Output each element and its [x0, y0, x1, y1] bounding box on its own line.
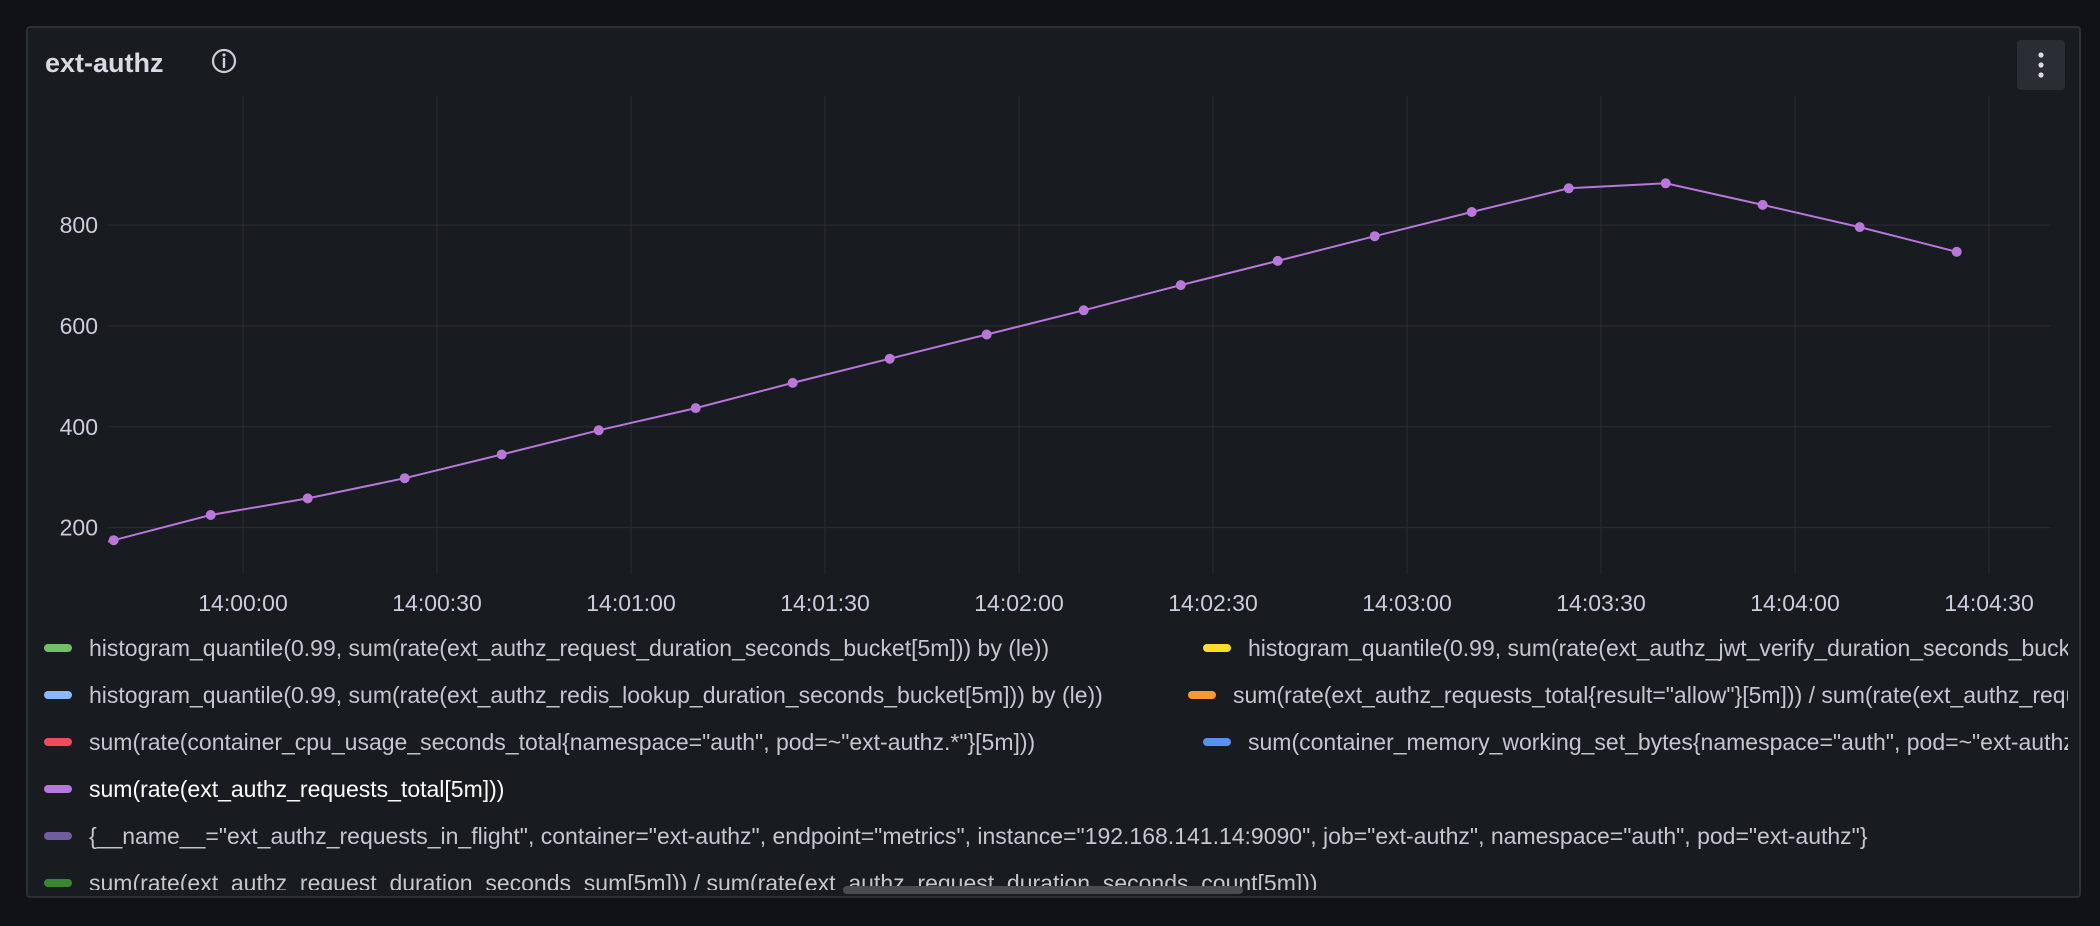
x-tick-label: 14:01:30 — [780, 590, 870, 616]
x-tick-label: 14:00:00 — [198, 590, 288, 616]
data-point[interactable] — [496, 449, 507, 460]
legend-color-swatch — [44, 879, 72, 887]
panel-header[interactable]: ext-authz — [28, 28, 2079, 96]
x-tick-label: 14:02:00 — [974, 590, 1064, 616]
legend-color-swatch — [44, 738, 72, 746]
legend-label: {__name__="ext_authz_requests_in_flight"… — [89, 822, 1868, 849]
series-line — [107, 182, 1957, 543]
legend-color-swatch — [44, 644, 72, 652]
data-point[interactable] — [1757, 199, 1768, 210]
legend-item[interactable]: histogram_quantile(0.99, sum(rate(ext_au… — [1203, 628, 2068, 668]
legend-color-swatch — [1203, 644, 1231, 652]
panel-menu-button[interactable] — [2017, 40, 2065, 90]
y-tick-label: 400 — [60, 414, 98, 440]
y-tick-label: 800 — [60, 212, 98, 238]
legend-color-swatch — [44, 691, 72, 699]
x-tick-label: 14:02:30 — [1168, 590, 1258, 616]
legend-color-swatch — [44, 785, 72, 793]
data-point[interactable] — [981, 329, 992, 340]
kebab-menu-icon — [2038, 52, 2044, 78]
legend-label: histogram_quantile(0.99, sum(rate(ext_au… — [89, 681, 1103, 708]
series-layer — [107, 178, 1962, 546]
data-point[interactable] — [1175, 280, 1186, 291]
data-point[interactable] — [787, 377, 798, 388]
x-tick-label: 14:03:30 — [1556, 590, 1646, 616]
legend-item[interactable]: {__name__="ext_authz_requests_in_flight"… — [44, 816, 1868, 856]
data-point[interactable] — [1369, 231, 1380, 242]
x-tick-label: 14:04:30 — [1944, 590, 2034, 616]
timeseries-panel: ext-authz 200 400 600 800 14:00:00 14:00:30 1… — [26, 26, 2081, 898]
legend-item[interactable]: sum(rate(container_cpu_usage_seconds_tot… — [44, 722, 1035, 762]
data-point[interactable] — [302, 493, 313, 504]
data-point[interactable] — [205, 510, 216, 520]
x-axis: 14:00:00 14:00:30 14:01:00 14:01:30 14:02:00… — [198, 590, 2034, 616]
grid — [108, 96, 2051, 573]
legend-label: histogram_quantile(0.99, sum(rate(ext_au… — [1248, 634, 2068, 661]
legend-color-swatch — [1203, 738, 1231, 746]
data-point[interactable] — [399, 473, 410, 484]
x-tick-label: 14:04:00 — [1750, 590, 1840, 616]
data-point[interactable] — [1078, 305, 1089, 316]
data-point[interactable] — [1660, 178, 1671, 189]
legend-label: sum(rate(ext_authz_requests_total{result… — [1233, 681, 2068, 708]
y-tick-label: 200 — [60, 515, 98, 541]
data-point[interactable] — [1854, 222, 1865, 233]
legend-label: sum(container_memory_working_set_bytes{n… — [1248, 728, 2068, 755]
x-tick-label: 14:03:00 — [1362, 590, 1452, 616]
legend-label: sum(rate(ext_authz_requests_total[5m])) — [89, 775, 505, 802]
legend-color-swatch — [44, 832, 72, 840]
data-point[interactable] — [1563, 183, 1574, 194]
legend-item[interactable]: sum(container_memory_working_set_bytes{n… — [1203, 722, 2068, 762]
legend-label: sum(rate(container_cpu_usage_seconds_tot… — [89, 728, 1036, 755]
panel-title: ext-authz — [45, 48, 164, 78]
legend-scrollbar[interactable] — [843, 886, 1243, 894]
x-tick-label: 14:01:00 — [586, 590, 676, 616]
legend-item[interactable]: sum(rate(ext_authz_requests_total[5m])) — [44, 769, 504, 809]
legend: histogram_quantile(0.99, sum(rate(ext_au… — [28, 628, 2068, 890]
info-circle-icon[interactable] — [209, 46, 239, 76]
legend-item[interactable]: histogram_quantile(0.99, sum(rate(ext_au… — [44, 628, 1049, 668]
data-point[interactable] — [108, 535, 119, 546]
y-axis: 200 400 600 800 — [60, 212, 98, 541]
data-point[interactable] — [593, 425, 604, 436]
y-tick-label: 600 — [60, 313, 98, 339]
x-tick-label: 14:00:30 — [392, 590, 482, 616]
data-point[interactable] — [1272, 255, 1283, 266]
line-chart[interactable]: 200400600800 14:00:00 14:00:30 14:01:00 14:… — [28, 96, 2079, 628]
legend-item[interactable]: histogram_quantile(0.99, sum(rate(ext_au… — [44, 675, 1103, 715]
data-point[interactable] — [690, 403, 701, 414]
legend-item[interactable]: sum(rate(ext_authz_requests_total{result… — [1188, 675, 2068, 715]
legend-label: histogram_quantile(0.99, sum(rate(ext_au… — [89, 634, 1050, 661]
data-point[interactable] — [884, 353, 895, 364]
data-point[interactable] — [1466, 207, 1477, 217]
legend-color-swatch — [1188, 691, 1216, 699]
data-point[interactable] — [1951, 246, 1962, 257]
